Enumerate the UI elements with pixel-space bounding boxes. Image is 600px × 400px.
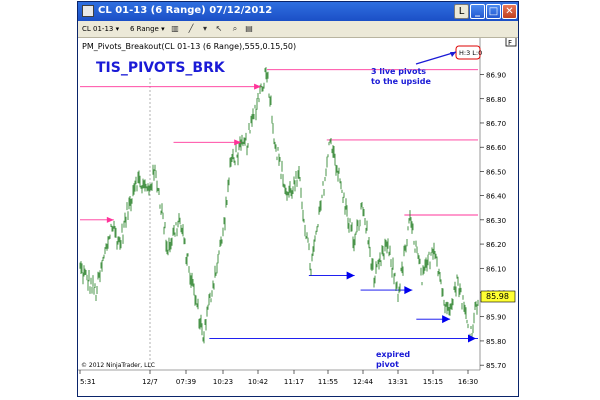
properties-icon[interactable]: ▤ bbox=[244, 24, 254, 34]
annotation-arrow bbox=[415, 51, 457, 65]
pointer-icon[interactable]: ↖ bbox=[214, 24, 224, 34]
f-button-label: F bbox=[508, 39, 512, 47]
x-tick-label: 10:42 bbox=[248, 378, 268, 386]
y-tick-label: 86.70 bbox=[486, 120, 506, 128]
system-name: TIS_PIVOTS_BRK bbox=[96, 60, 226, 76]
x-tick-label: 11:55 bbox=[318, 378, 338, 386]
live-pivots-note-1: 3 live pivots bbox=[371, 67, 426, 76]
zoom-icon[interactable]: ⌕ bbox=[230, 24, 240, 34]
x-tick-label: 12:44 bbox=[353, 378, 374, 386]
title-bar[interactable]: CL 01-13 (6 Range) 07/12/2012 L _ □ ✕ bbox=[78, 2, 518, 21]
x-tick-label: 12/7 bbox=[142, 378, 158, 386]
y-tick-label: 86.60 bbox=[486, 144, 506, 152]
low-pivot-arrow bbox=[442, 315, 451, 324]
copyright: © 2012 NinjaTrader, LLC bbox=[81, 362, 155, 369]
y-tick-label: 86.20 bbox=[486, 241, 506, 249]
price-bars-path bbox=[79, 67, 479, 344]
y-tick-label: 85.70 bbox=[486, 362, 506, 370]
window-title: CL 01-13 (6 Range) 07/12/2012 bbox=[98, 5, 273, 16]
pivot-lines bbox=[80, 69, 478, 339]
price-series bbox=[79, 67, 479, 344]
minimize-button[interactable]: _ bbox=[470, 4, 485, 19]
expired-pivot-note-1: expired bbox=[376, 350, 410, 359]
x-tick-label: 15:15 bbox=[423, 378, 443, 386]
x-tick-label: 07:39 bbox=[176, 378, 196, 386]
y-tick-label: 85.80 bbox=[486, 338, 506, 346]
y-tick-label: 86.10 bbox=[486, 265, 506, 273]
chart-window: CL 01-13 (6 Range) 07/12/2012 L _ □ ✕ CL… bbox=[77, 1, 519, 397]
live-pivots-note-2: to the upside bbox=[371, 77, 431, 86]
expired-pivot-note-2: pivot bbox=[376, 360, 399, 369]
annotation-arrowhead bbox=[450, 52, 456, 57]
y-tick-label: 86.50 bbox=[486, 168, 506, 176]
toolbar: CL 01-13 ▾ 6 Range ▾ ▥ ╱ ▾ ↖ ⌕ ▤ bbox=[78, 21, 518, 38]
x-tick-label: 16:30 bbox=[458, 378, 478, 386]
y-tick-label: 86.80 bbox=[486, 96, 506, 104]
y-tick-label: 86.30 bbox=[486, 217, 506, 225]
interval-selector[interactable]: 6 Range ▾ bbox=[130, 23, 165, 35]
bar-type-icon[interactable]: ▥ bbox=[170, 24, 180, 34]
close-button[interactable]: ✕ bbox=[502, 4, 517, 19]
chevron-down-icon: ▾ bbox=[115, 25, 120, 33]
y-tick-label: 85.90 bbox=[486, 314, 506, 322]
x-tick-label: 10:23 bbox=[213, 378, 233, 386]
high-pivot-arrow bbox=[106, 216, 114, 223]
price-chart[interactable]: PM_Pivots_Breakout(CL 01-13 (6 Range),55… bbox=[78, 35, 518, 396]
indicator-label: PM_Pivots_Breakout(CL 01-13 (6 Range),55… bbox=[82, 42, 296, 51]
draw-chevron-icon[interactable]: ▾ bbox=[200, 24, 210, 34]
chart-area[interactable]: PM_Pivots_Breakout(CL 01-13 (6 Range),55… bbox=[78, 35, 518, 396]
interval-label: 6 Range bbox=[130, 25, 159, 33]
low-pivot-arrow bbox=[346, 271, 355, 280]
label-button[interactable]: L bbox=[454, 4, 469, 19]
y-tick-label: 86.90 bbox=[486, 72, 506, 80]
instrument-label: CL 01-13 bbox=[82, 25, 114, 33]
x-axis: 5:31 12/7 07:39 10:23 10:42 11:17 11:55 12:44 13… bbox=[79, 370, 478, 386]
y-axis: 86.90 86.80 86.70 86.60 86.50 86.40 86.30 86.20… bbox=[480, 72, 506, 370]
x-tick-label: 5:31 bbox=[80, 378, 96, 386]
low-pivot-arrow bbox=[404, 286, 413, 295]
current-price-label: 85.98 bbox=[486, 292, 509, 301]
app-icon bbox=[82, 5, 94, 17]
instrument-selector[interactable]: CL 01-13 ▾ bbox=[82, 23, 119, 35]
y-tick-label: 86.40 bbox=[486, 193, 506, 201]
count-box-label: H:3 L:0 bbox=[459, 49, 482, 57]
maximize-button[interactable]: □ bbox=[486, 4, 501, 19]
chevron-down-icon: ▾ bbox=[161, 25, 165, 33]
draw-icon[interactable]: ╱ bbox=[186, 24, 196, 34]
x-tick-label: 11:17 bbox=[284, 378, 304, 386]
x-tick-label: 13:31 bbox=[388, 378, 408, 386]
